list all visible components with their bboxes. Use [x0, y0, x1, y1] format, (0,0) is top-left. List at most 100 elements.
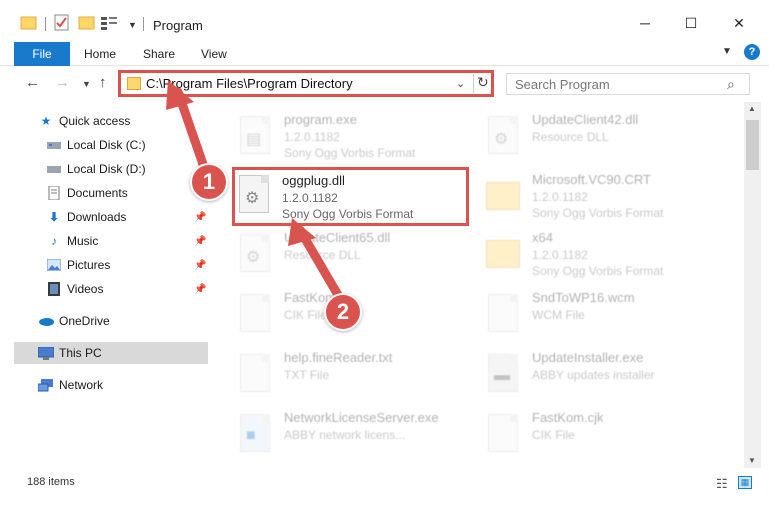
file-item-help-finereader[interactable]: help.fineReader.txt TXT File — [236, 346, 476, 402]
documents-icon — [46, 186, 62, 200]
drive-icon — [46, 162, 62, 176]
divider — [143, 17, 144, 31]
application-icon: ▬ — [484, 352, 522, 394]
search-placeholder: Search Program — [515, 77, 610, 92]
file-type: CIK File — [284, 308, 327, 322]
file-item-program-exe[interactable]: ▤ program.exe 1.2.0.1182 Sony Ogg Vorbis… — [236, 108, 476, 164]
forward-arrow-icon[interactable]: → — [55, 74, 70, 91]
details-view-icon[interactable]: ☷ — [716, 476, 728, 492]
scroll-up-icon[interactable]: ▲ — [748, 104, 756, 113]
sidebar-item-local-disk-d[interactable]: Local Disk (D:) — [14, 158, 208, 180]
expand-ribbon-icon[interactable]: ▼ — [722, 46, 732, 57]
scroll-down-icon[interactable]: ▼ — [748, 456, 756, 465]
folder-item-microsoft-vc90[interactable]: Microsoft.VC90.CRT 1.2.0.1182 Sony Ogg V… — [484, 168, 724, 224]
pin-icon[interactable]: 📌 — [194, 236, 206, 247]
tab-view[interactable]: View — [201, 47, 227, 61]
file-version: 1.2.0.1182 — [532, 190, 588, 204]
file-item-updateclient65[interactable]: ⚙ UpdateClient65.dll Resource DLL — [236, 226, 476, 282]
properties-icon[interactable] — [54, 14, 70, 32]
refresh-icon[interactable]: ↻ — [477, 74, 489, 91]
file-item-updateclient42[interactable]: ⚙ UpdateClient42.dll Resource DLL — [484, 108, 724, 164]
up-arrow-icon[interactable]: ↑ — [99, 74, 107, 91]
new-folder-icon[interactable] — [78, 14, 96, 32]
sidebar-item-music[interactable]: ♪ Music 📌 — [14, 230, 208, 252]
file-type: ABBY updates installer — [532, 368, 655, 382]
file-name: FastKom.cjk — [532, 410, 604, 425]
file-version: 1.2.0.1182 — [282, 191, 338, 205]
sidebar-item-pictures[interactable]: Pictures 📌 — [14, 254, 208, 276]
file-item-oggplug-dll[interactable]: ⚙ oggplug.dll 1.2.0.1182 Sony Ogg Vorbis… — [232, 167, 469, 226]
file-name: x64 — [532, 230, 553, 245]
tab-file[interactable]: File — [14, 42, 70, 66]
dll-icon: ⚙ — [239, 175, 273, 217]
file-type: CIK File — [532, 428, 575, 442]
status-bar: 188 items ☷ ▦ — [0, 468, 769, 506]
title-bar: ▼ Program ─ ☐ ✕ — [0, 0, 769, 42]
folder-icon — [484, 174, 522, 216]
scrollbar-thumb[interactable] — [746, 120, 759, 170]
sidebar-item-label: Local Disk (C:) — [67, 138, 146, 152]
back-arrow-icon[interactable]: ← — [25, 74, 40, 91]
sidebar-item-documents[interactable]: Documents — [14, 182, 208, 204]
pin-icon[interactable]: 📌 — [194, 212, 206, 223]
folder-icon — [127, 77, 141, 90]
music-icon: ♪ — [51, 234, 57, 248]
file-name: program.exe — [284, 112, 357, 127]
file-version: 1.2.0.1182 — [284, 130, 340, 144]
file-name: UpdateInstaller.exe — [532, 350, 644, 365]
cloud-icon — [38, 314, 54, 328]
maximize-button[interactable]: ☐ — [668, 8, 714, 38]
folder-icon[interactable] — [20, 14, 38, 32]
minimize-button[interactable]: ─ — [622, 8, 668, 38]
file-name: SndToWP16.wcm — [532, 290, 635, 305]
sidebar-item-label: This PC — [59, 346, 102, 360]
sidebar-item-this-pc[interactable]: This PC — [14, 342, 208, 364]
pin-icon[interactable]: 📌 — [194, 260, 206, 271]
sidebar-item-network[interactable]: Network — [14, 374, 208, 396]
address-path[interactable]: C:\Program Files\Program Directory — [146, 76, 353, 91]
file-item-sndtowp16[interactable]: SndToWP16.wcm WCM File — [484, 286, 724, 342]
help-icon[interactable]: ? — [744, 44, 760, 60]
tab-home[interactable]: Home — [84, 47, 116, 61]
sidebar-item-downloads[interactable]: ⬇ Downloads 📌 — [14, 206, 208, 228]
recent-locations-icon[interactable]: ▼ — [82, 79, 91, 89]
file-description: Sony Ogg Vorbis Format — [532, 264, 664, 278]
tab-share[interactable]: Share — [143, 47, 175, 61]
file-item-updateinstaller[interactable]: ▬ UpdateInstaller.exe ABBY updates insta… — [484, 346, 724, 402]
file-item-networklicenseserver[interactable]: ■ NetworkLicenseServer.exe ABBY network … — [236, 406, 476, 462]
chevron-down-icon[interactable]: ⌄ — [456, 77, 465, 90]
large-icons-view-icon[interactable]: ▦ — [738, 476, 752, 489]
download-icon: ⬇ — [48, 210, 60, 224]
address-bar[interactable]: C:\Program Files\Program Directory ⌄ ↻ — [118, 70, 494, 97]
pictures-icon — [46, 258, 62, 272]
sidebar-item-label: Documents — [67, 186, 128, 200]
view-options-icon[interactable] — [100, 14, 118, 32]
application-icon: ■ — [236, 412, 274, 454]
file-item-fastkom-cjk[interactable]: FastKom.cjk CIK File — [484, 406, 724, 462]
step-badge-1: 1 — [190, 163, 228, 201]
file-icon — [236, 292, 274, 334]
file-list: ▤ program.exe 1.2.0.1182 Sony Ogg Vorbis… — [210, 102, 744, 468]
search-icon[interactable]: ⌕ — [727, 76, 735, 93]
close-button[interactable]: ✕ — [716, 8, 762, 38]
file-type: Resource DLL — [532, 130, 609, 144]
folder-item-x64[interactable]: x64 1.2.0.1182 Sony Ogg Vorbis Format — [484, 226, 724, 282]
sidebar-item-videos[interactable]: Videos 📌 — [14, 278, 208, 300]
sidebar-item-onedrive[interactable]: OneDrive — [14, 310, 208, 332]
file-icon — [484, 412, 522, 454]
pin-icon[interactable]: 📌 — [194, 284, 206, 295]
file-name: oggplug.dll — [282, 173, 345, 188]
sidebar-item-quick-access[interactable]: ★ Quick access — [14, 110, 208, 132]
sidebar-item-local-disk-c[interactable]: Local Disk (C:) — [14, 134, 208, 156]
search-input[interactable]: Search Program ⌕ — [506, 73, 750, 95]
vertical-scrollbar[interactable]: ▲ ▼ — [744, 102, 761, 468]
ribbon: File Home Share View ▼ ? — [0, 42, 769, 66]
sidebar-item-label: Quick access — [59, 114, 131, 128]
file-type: ABBY network licens... — [284, 428, 406, 442]
step-badge-2: 2 — [324, 293, 362, 331]
divider — [45, 17, 46, 31]
file-name: Microsoft.VC90.CRT — [532, 172, 651, 187]
file-description: Sony Ogg Vorbis Format — [282, 207, 414, 221]
chevron-down-icon[interactable]: ▼ — [128, 20, 137, 30]
item-count: 188 items — [27, 476, 75, 488]
